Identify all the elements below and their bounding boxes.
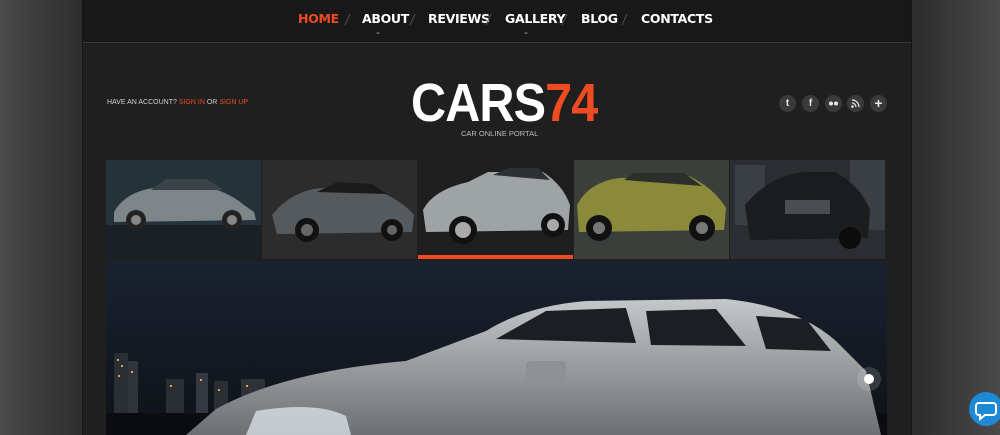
gallery-thumb-3[interactable]	[418, 160, 573, 259]
gallery-thumb-5[interactable]	[730, 160, 885, 259]
account-prompt: HAVE AN ACCOUNT?	[107, 99, 177, 106]
gallery-thumb-4[interactable]	[574, 160, 729, 259]
nav-item-about[interactable]: ABOUT	[362, 11, 409, 31]
sign-up-link[interactable]: SIGN UP	[219, 99, 248, 106]
chat-icon	[975, 402, 997, 422]
nav-separator	[344, 14, 351, 25]
logo-text-74: 74	[545, 73, 598, 133]
logo-text-cars: CARS	[411, 73, 546, 133]
nav-separator	[621, 14, 628, 25]
site-logo[interactable]: CARS74	[411, 73, 598, 133]
hero-slider[interactable]	[106, 261, 887, 435]
nav-item-reviews[interactable]: REVIEWS	[428, 11, 490, 31]
nav-separator	[409, 14, 416, 25]
gallery-thumb-2[interactable]	[262, 160, 417, 259]
nav-item-home[interactable]: HOME	[298, 11, 339, 31]
nav-item-contacts[interactable]: CONTACTS	[641, 11, 713, 31]
flickr-icon[interactable]	[825, 95, 842, 112]
nav-item-gallery[interactable]: GALLERY	[505, 11, 566, 31]
main-container: HOME ABOUT ⌄ REVIEWS GALLERY ⌄ BLOG CONT…	[83, 0, 911, 435]
chat-button[interactable]	[969, 392, 1000, 426]
main-nav: HOME ABOUT ⌄ REVIEWS GALLERY ⌄ BLOG CONT…	[83, 0, 911, 43]
chevron-down-icon[interactable]: ⌄	[523, 28, 529, 36]
facebook-icon[interactable]: f	[802, 95, 819, 112]
or-text: OR	[206, 99, 218, 106]
gallery-thumb-1[interactable]	[106, 160, 261, 259]
nav-item-blog[interactable]: BLOG	[581, 11, 618, 31]
plus-icon[interactable]: +	[870, 95, 887, 112]
twitter-icon[interactable]: t	[779, 95, 796, 112]
sign-in-link[interactable]: SIGN IN	[179, 99, 205, 106]
chevron-down-icon[interactable]: ⌄	[375, 28, 381, 36]
account-links: HAVE AN ACCOUNT? SIGN IN OR SIGN UP	[107, 99, 248, 106]
rss-icon[interactable]	[847, 95, 864, 112]
tagline: CAR ONLINE PORTAL	[461, 129, 539, 138]
